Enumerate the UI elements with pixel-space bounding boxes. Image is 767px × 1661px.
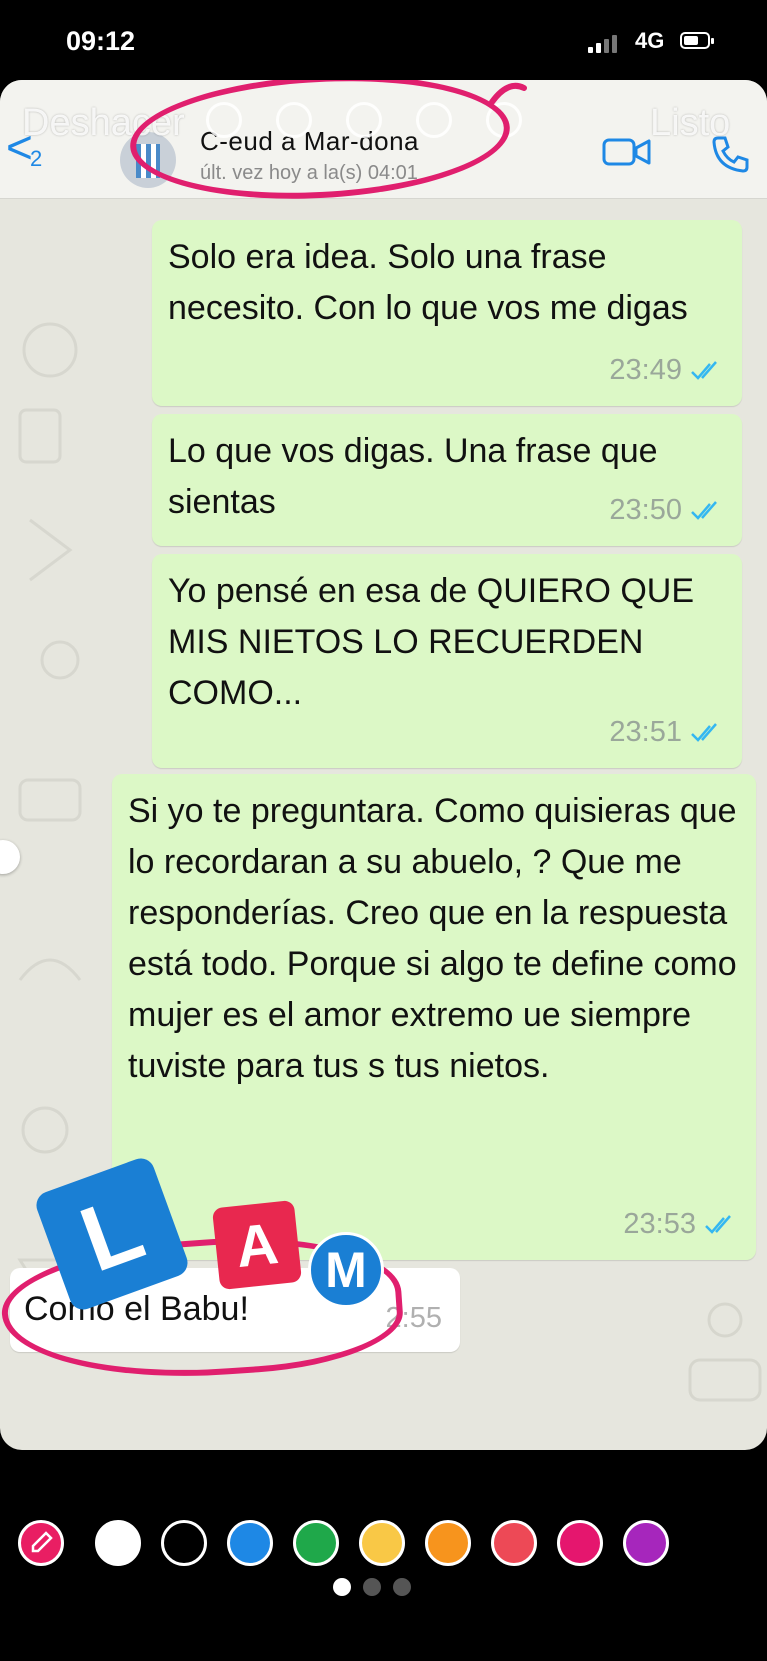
message-text: Yo pensé en esa de QUIERO QUE MIS NIETOS…: [168, 572, 695, 712]
battery-icon: [680, 32, 714, 49]
message-meta: 23:51: [609, 707, 724, 758]
message-bubble-outgoing[interactable]: Lo que vos digas. Una frase que sientas …: [152, 414, 742, 546]
color-swatch-blue[interactable]: [227, 1520, 273, 1566]
read-receipt-icon: [691, 722, 717, 742]
read-receipt-icon: [705, 1214, 731, 1234]
message-text: Si yo te preguntara. Como quisieras que …: [128, 792, 737, 1085]
message-meta: 23:53: [623, 1199, 738, 1250]
logo-letter-tile: L: [32, 1154, 192, 1314]
color-swatch-purple[interactable]: [623, 1520, 669, 1566]
color-swatch-pink[interactable]: [557, 1520, 603, 1566]
signal-icon: [588, 33, 628, 53]
eyedropper-icon[interactable]: [18, 1520, 64, 1566]
message-time: 23:51: [609, 716, 682, 748]
message-time: 23:50: [609, 494, 682, 526]
logo-letter: L: [67, 1175, 156, 1292]
color-swatch-yellow[interactable]: [359, 1520, 405, 1566]
story-canvas: < 2 C-eud a Mar-dona últ. vez hoy a la(s…: [0, 80, 767, 1450]
logo-letter-tile: M: [308, 1232, 384, 1308]
video-call-icon[interactable]: [602, 136, 652, 168]
page-dot[interactable]: [363, 1578, 381, 1596]
done-button[interactable]: Listo: [650, 102, 730, 145]
message-bubble-outgoing[interactable]: Solo era idea. Solo una frase necesito. …: [152, 220, 742, 406]
message-meta: 23:50: [609, 485, 724, 536]
message-time: 23:53: [623, 1208, 696, 1240]
page-dot[interactable]: [393, 1578, 411, 1596]
color-swatch-orange[interactable]: [425, 1520, 471, 1566]
read-receipt-icon: [691, 360, 717, 380]
status-bar: 09:12 4G: [0, 0, 767, 80]
status-time: 09:12: [66, 26, 136, 56]
unread-count: 2: [30, 146, 43, 171]
message-time: 23:49: [609, 354, 682, 386]
message-meta: 23:49: [609, 345, 724, 396]
color-swatch-black[interactable]: [161, 1520, 207, 1566]
page-dot[interactable]: [333, 1578, 351, 1596]
network-type: 4G: [635, 28, 665, 53]
highlight-stroke-tail: [489, 82, 527, 105]
color-swatch-green[interactable]: [293, 1520, 339, 1566]
message-text: Solo era idea. Solo una frase necesito. …: [168, 238, 688, 327]
logo-letter-tile: A: [211, 1199, 303, 1291]
message-bubble-outgoing[interactable]: Yo pensé en esa de QUIERO QUE MIS NIETOS…: [152, 554, 742, 768]
lam-logo: L A M: [32, 1152, 390, 1314]
color-swatch-red[interactable]: [491, 1520, 537, 1566]
logo-letter: M: [325, 1242, 367, 1298]
logo-letter: A: [232, 1210, 282, 1280]
read-receipt-icon: [691, 500, 717, 520]
color-swatch-white[interactable]: [95, 1520, 141, 1566]
